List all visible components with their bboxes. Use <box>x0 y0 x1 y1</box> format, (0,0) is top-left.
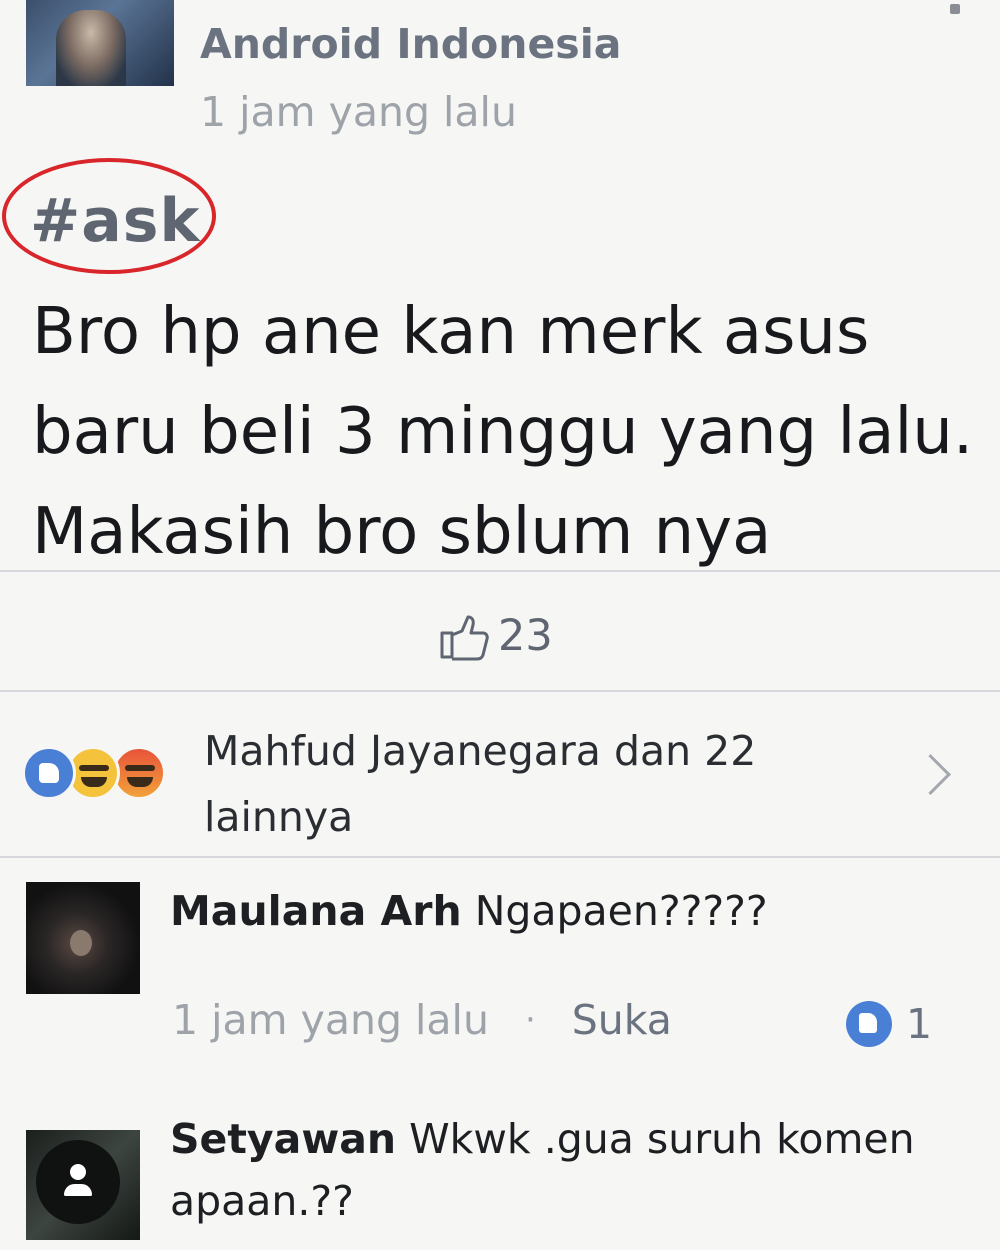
comment-like-number: 1 <box>906 1000 933 1048</box>
like-button[interactable]: 23 <box>436 606 553 666</box>
like-reaction-icon <box>22 746 76 800</box>
hashtag[interactable]: #ask <box>30 186 200 256</box>
post-menu-icon[interactable] <box>950 4 960 14</box>
default-profile-icon <box>36 1140 120 1224</box>
separator-dot: · <box>524 1000 536 1040</box>
divider <box>0 570 1000 572</box>
post-timestamp[interactable]: 1 jam yang lalu <box>200 88 517 136</box>
comment-like-link[interactable]: Suka <box>572 996 672 1044</box>
comment-author[interactable]: Maulana Arh <box>170 887 462 935</box>
reaction-summary[interactable]: Mahfud Jayanegara dan 22 lainnya <box>204 718 884 850</box>
reaction-icons[interactable] <box>22 746 192 806</box>
page-name[interactable]: Android Indonesia <box>200 20 621 68</box>
page-avatar[interactable] <box>26 0 174 86</box>
thumbs-up-icon <box>440 615 489 661</box>
like-count: 23 <box>498 611 553 661</box>
comment-meta: 1 jam yang lalu · Suka <box>172 996 672 1044</box>
comment-timestamp[interactable]: 1 jam yang lalu <box>172 996 489 1044</box>
comment-author[interactable]: Setyawan <box>170 1115 396 1163</box>
commenter-avatar[interactable] <box>26 882 140 994</box>
divider <box>0 856 1000 858</box>
commenter-avatar[interactable] <box>26 1130 140 1240</box>
post-body: Bro hp ane kan merk asus baru beli 3 min… <box>32 295 974 569</box>
comment-text: Ngapaen????? <box>474 887 768 935</box>
comment: Maulana Arh Ngapaen????? <box>170 880 980 942</box>
comment: Setyawan Wkwk .gua suruh komen apaan.?? <box>170 1108 980 1232</box>
chevron-right-icon[interactable] <box>909 753 952 796</box>
comment-like-count[interactable]: 1 <box>846 1000 932 1048</box>
divider <box>0 690 1000 692</box>
like-badge-icon <box>846 1001 892 1047</box>
angry-reaction-icon <box>112 746 166 800</box>
facebook-post: Android Indonesia 1 jam yang lalu #ask B… <box>0 0 1000 1250</box>
